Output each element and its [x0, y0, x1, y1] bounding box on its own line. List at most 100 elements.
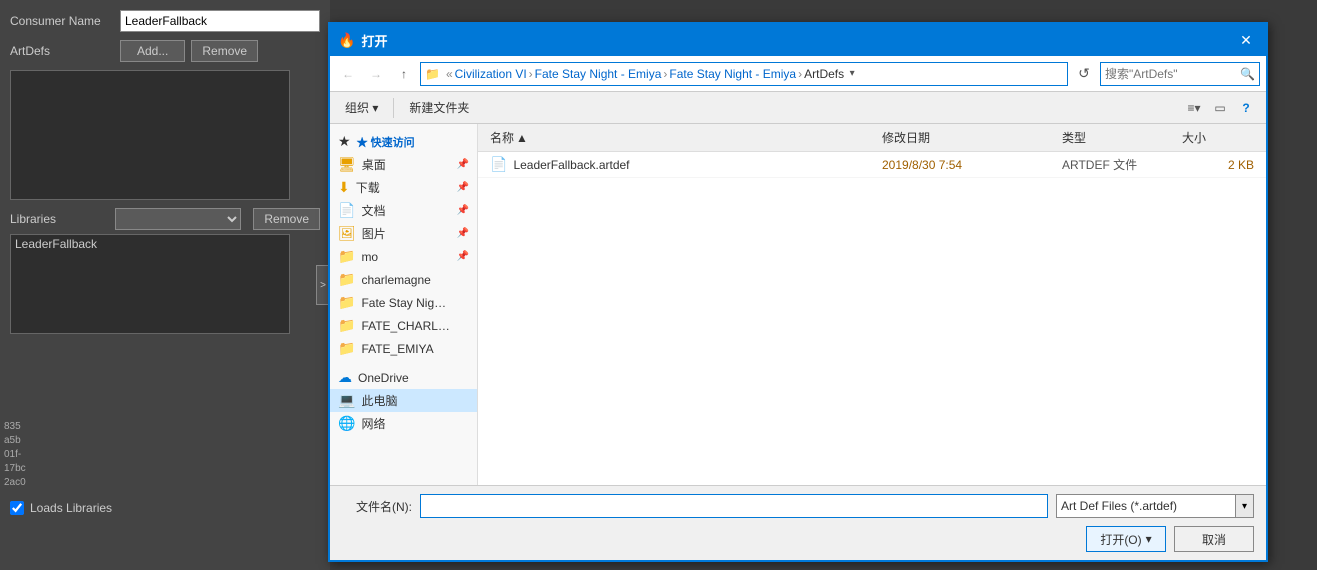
col-type[interactable]: 类型: [1058, 129, 1178, 146]
nav-back-button[interactable]: ←: [336, 62, 360, 86]
nav-item-fate-stay[interactable]: 📁 Fate Stay Night - E: [330, 291, 477, 314]
libraries-label: Libraries: [10, 212, 109, 226]
loads-libraries-checkbox[interactable]: [10, 501, 24, 515]
dialog-addressbar: ← → ↑ 📁 « Civilization VI › Fate Stay Ni…: [330, 56, 1266, 92]
help-button[interactable]: ?: [1234, 96, 1258, 120]
quick-access-label: ★ 快速访问: [357, 134, 469, 150]
remove-button[interactable]: Remove: [191, 40, 258, 62]
editor-panel: Consumer Name ArtDefs Add... Remove Libr…: [0, 0, 330, 570]
breadcrumb-bar: 📁 « Civilization VI › Fate Stay Night - …: [420, 62, 1068, 86]
breadcrumb-fatesn2[interactable]: Fate Stay Night - Emiya: [669, 67, 796, 81]
col-name[interactable]: 名称 ▲: [486, 129, 878, 146]
hash-line-2: a5b: [4, 434, 26, 448]
consumer-name-input[interactable]: [120, 10, 320, 32]
breadcrumb-fatesn1[interactable]: Fate Stay Night - Emiya: [535, 67, 662, 81]
nav-item-fate-charlemag[interactable]: 📁 FATE_CHARLEMAG(: [330, 314, 477, 337]
nav-item-docs[interactable]: 📄 文档 📌: [330, 199, 477, 222]
nav-item-onedrive[interactable]: ☁ OneDrive: [330, 366, 477, 389]
fate-stay-label: Fate Stay Night - E: [361, 296, 451, 310]
nav-item-network[interactable]: 🌐 网络: [330, 412, 477, 435]
breadcrumb-artdefs: ArtDefs: [804, 67, 844, 81]
artdefs-box: [10, 70, 290, 200]
breadcrumb-dropdown-button[interactable]: ▾: [844, 62, 860, 86]
pin-icon-docs: 📌: [457, 205, 469, 216]
docs-icon: 📄: [338, 202, 355, 219]
pin-icon-dl: 📌: [457, 182, 469, 193]
fate-charlemag-label: FATE_CHARLEMAG(: [361, 319, 451, 333]
filetype-container: ▾: [1056, 494, 1254, 518]
library-item: LeaderFallback: [15, 237, 97, 251]
nav-item-fate-emiya[interactable]: 📁 FATE_EMIYA: [330, 337, 477, 360]
loads-libraries-label: Loads Libraries: [30, 501, 112, 515]
dialog-close-button[interactable]: ✕: [1234, 28, 1258, 52]
pictures-label: 图片: [362, 225, 451, 242]
network-label: 网络: [361, 415, 469, 432]
open-button[interactable]: 打开(O) ▾: [1086, 526, 1166, 552]
view-buttons: ≡▾ ▭ ?: [1182, 96, 1258, 120]
dialog-main: ★ ★ 快速访问 🖥 桌面 📌 ⬇ 下载 📌 📄 文档 📌: [330, 124, 1266, 485]
add-button[interactable]: Add...: [120, 40, 185, 62]
filetype-input[interactable]: [1056, 494, 1236, 518]
view-panel-button[interactable]: ▭: [1208, 96, 1232, 120]
hash-line-4: 17bc: [4, 462, 26, 476]
file-type-cell: ARTDEF 文件: [1058, 156, 1178, 173]
organize-button[interactable]: 组织 ▾: [338, 96, 385, 120]
col-size[interactable]: 大小: [1178, 129, 1258, 146]
consumer-name-row: Consumer Name: [10, 10, 320, 32]
hash-line-5: 2ac0: [4, 476, 26, 490]
organize-label: 组织 ▾: [345, 99, 378, 116]
breadcrumb-civilization[interactable]: Civilization VI: [455, 67, 527, 81]
nav-forward-button[interactable]: →: [364, 62, 388, 86]
cancel-button[interactable]: 取消: [1174, 526, 1254, 552]
filename-input[interactable]: [420, 494, 1048, 518]
artdefs-label: ArtDefs: [10, 44, 120, 58]
dialog-title-text: 打开: [361, 31, 1228, 50]
charlemagne-icon: 📁: [338, 271, 355, 288]
downloads-icon: ⬇: [338, 179, 350, 196]
loads-libraries-row: Loads Libraries: [10, 501, 112, 515]
filetype-dropdown-button[interactable]: ▾: [1236, 494, 1254, 518]
nav-item-mo[interactable]: 📁 mo 📌: [330, 245, 477, 268]
file-name: LeaderFallback.artdef: [513, 158, 629, 172]
filelist-header: 名称 ▲ 修改日期 类型 大小: [478, 124, 1266, 152]
dialog-bottom: 文件名(N): ▾ 打开(O) ▾ 取消: [330, 485, 1266, 560]
search-input[interactable]: [1105, 67, 1235, 81]
new-folder-label: 新建文件夹: [409, 99, 469, 116]
nav-item-downloads[interactable]: ⬇ 下载 📌: [330, 176, 477, 199]
refresh-button[interactable]: ↺: [1072, 62, 1096, 86]
nav-up-button[interactable]: ↑: [392, 62, 416, 86]
breadcrumb-folder-icon: 📁: [425, 67, 440, 81]
libraries-remove-button[interactable]: Remove: [253, 208, 320, 230]
fate-stay-icon: 📁: [338, 294, 355, 311]
filename-label: 文件名(N):: [342, 498, 412, 515]
new-folder-button[interactable]: 新建文件夹: [402, 96, 476, 120]
nav-item-desktop[interactable]: 🖥 桌面 📌: [330, 153, 477, 176]
sort-icon: ▲: [516, 131, 528, 145]
toolbar-separator: [393, 98, 394, 118]
pin-icon-pics: 📌: [457, 228, 469, 239]
open-dropdown-icon: ▾: [1146, 532, 1152, 546]
view-list-button[interactable]: ≡▾: [1182, 96, 1206, 120]
col-date[interactable]: 修改日期: [878, 129, 1058, 146]
dialog-title-icon: 🔥: [338, 32, 355, 49]
nav-item-thispc[interactable]: 💻 此电脑: [330, 389, 477, 412]
arrow-icon: >: [320, 280, 326, 291]
hash-line-1: 835: [4, 420, 26, 434]
quick-access-star-icon: ★: [338, 133, 351, 150]
nav-item-charlemagne[interactable]: 📁 charlemagne: [330, 268, 477, 291]
hash-line-3: 01f-: [4, 448, 26, 462]
file-name-cell: 📄 LeaderFallback.artdef: [486, 156, 878, 173]
consumer-name-label: Consumer Name: [10, 14, 120, 28]
onedrive-icon: ☁: [338, 369, 352, 386]
network-icon: 🌐: [338, 415, 355, 432]
pin-icon: 📌: [457, 159, 469, 170]
nav-item-pictures[interactable]: 🖼 图片 📌: [330, 222, 477, 245]
desktop-icon: 🖥: [338, 156, 356, 173]
file-row-leaderfallback[interactable]: 📄 LeaderFallback.artdef 2019/8/30 7:54 A…: [478, 152, 1266, 178]
file-icon: 📄: [490, 156, 507, 173]
libraries-dropdown[interactable]: [115, 208, 241, 230]
file-open-dialog: 🔥 打开 ✕ ← → ↑ 📁 « Civilization VI › Fate …: [328, 22, 1268, 562]
filename-row: 文件名(N): ▾: [342, 494, 1254, 518]
fate-emiya-label: FATE_EMIYA: [361, 342, 469, 356]
file-size-cell: 2 KB: [1178, 158, 1258, 172]
